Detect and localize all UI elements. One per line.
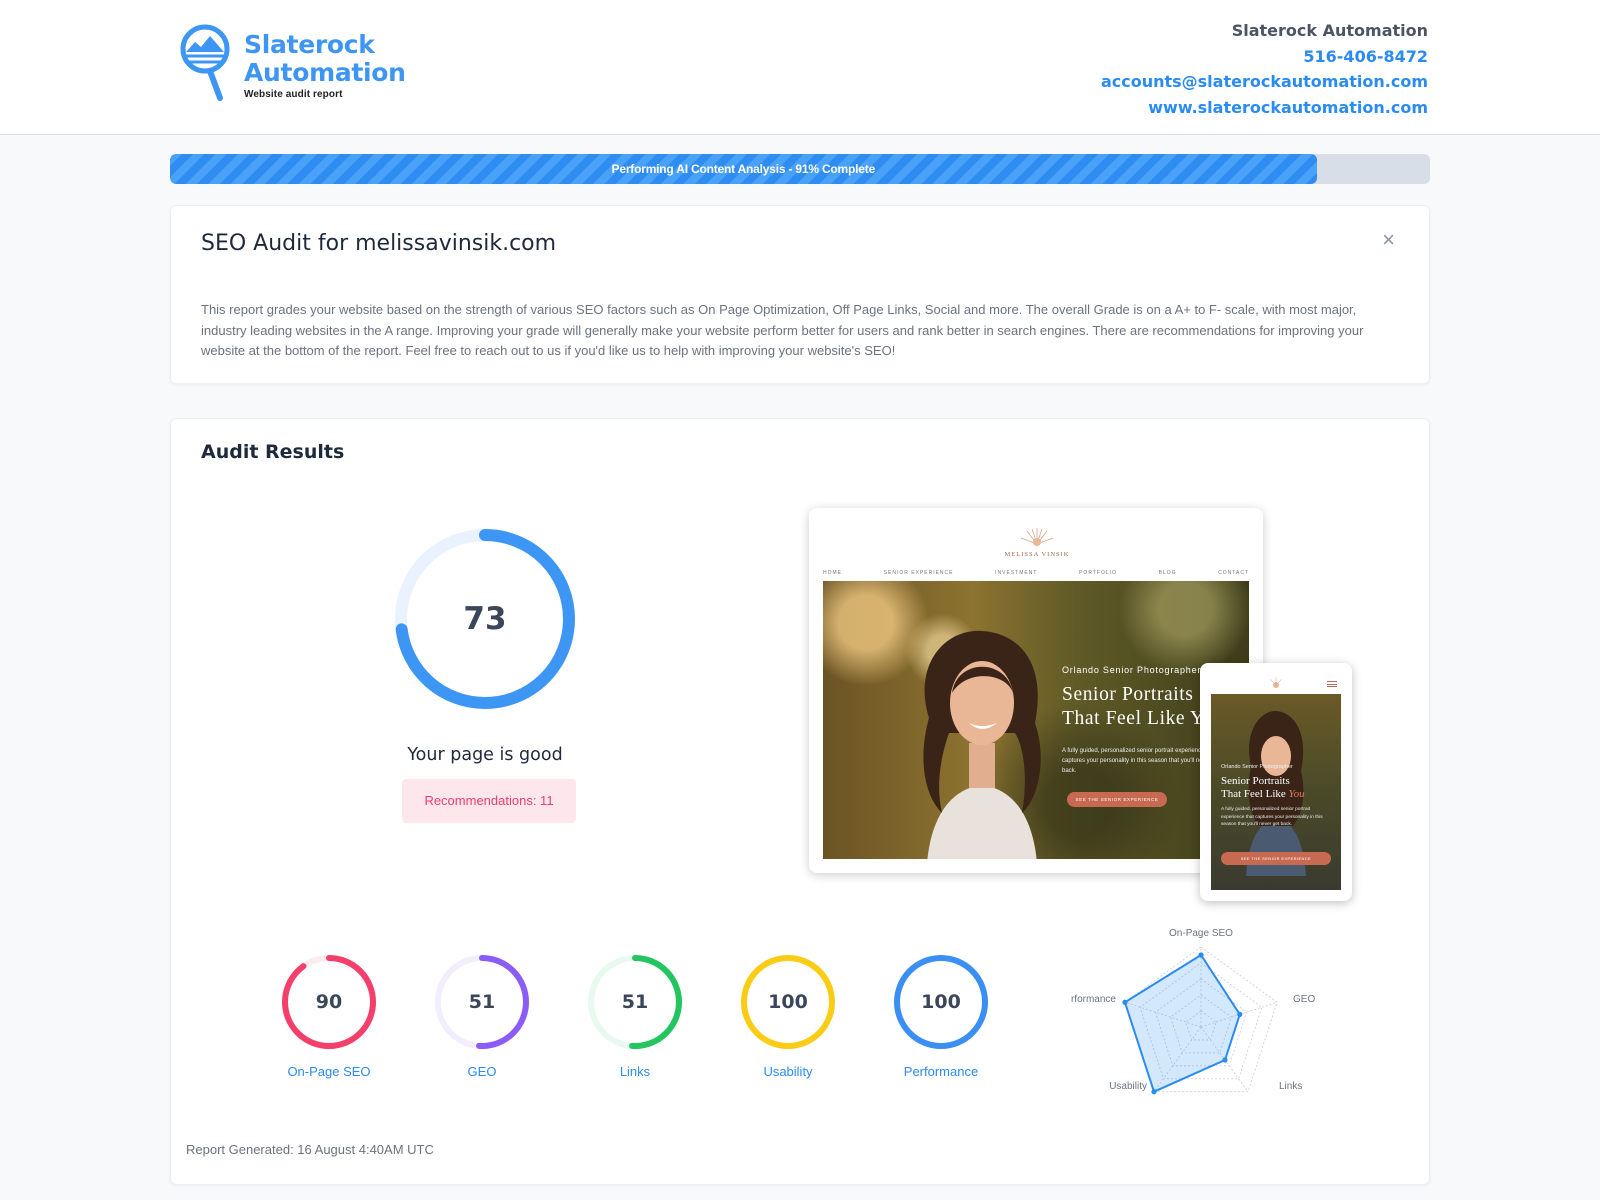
score-status: Your page is good (407, 745, 563, 765)
score-value: 51 (621, 991, 649, 1013)
radar-point (1198, 952, 1204, 958)
contact-phone-link[interactable]: 516-406-8472 (1101, 44, 1428, 70)
preview-nav-item: CONTACT (1218, 570, 1249, 576)
audit-description: This report grades your website based on… (201, 302, 1364, 358)
preview-nav-item: BLOG (1158, 570, 1177, 576)
contact-email-link[interactable]: accounts@slaterockautomation.com (1101, 69, 1428, 95)
radar-point (1237, 1011, 1243, 1017)
header: Slaterock Automation Website audit repor… (0, 0, 1600, 135)
radar-axis-label: GEO (1293, 994, 1315, 1005)
radar-series-area (1123, 953, 1241, 1094)
overall-score-value: 73 (463, 601, 507, 637)
mobile-preview: Orlando Senior Photographer Senior Portr… (1200, 663, 1352, 901)
mobile-headline: Senior Portraits That Feel Like You (1221, 775, 1305, 801)
brand-subtitle: Website audit report (244, 89, 343, 100)
magnifier-mountain-icon (180, 24, 230, 101)
mobile-headline-line-1: Senior Portraits (1221, 775, 1290, 787)
score-label[interactable]: Usability (708, 1064, 868, 1079)
intro-card: SEO Audit for melissavinsik.com × This r… (170, 205, 1430, 384)
desktop-preview: MELISSA VINSIK HOME SENIOR EXPERIENCE IN… (809, 508, 1263, 873)
preview-logo: MELISSA VINSIK (999, 526, 1075, 558)
preview-kicker: Orlando Senior Photographer (1062, 665, 1202, 675)
radar-axis-label: On-Page SEO (1169, 928, 1233, 939)
sunburst-icon (1269, 677, 1283, 688)
preview-body: A fully guided, personalized senior port… (1062, 748, 1221, 774)
sunburst-icon (1020, 528, 1054, 546)
close-icon[interactable]: × (1382, 227, 1395, 253)
radar-axis-label: Performance (1071, 994, 1116, 1005)
brand-line-1: Slaterock (244, 30, 375, 59)
score-label[interactable]: Performance (861, 1064, 1021, 1079)
portrait-photo (923, 630, 1041, 859)
brand-logo[interactable]: Slaterock Automation Website audit repor… (180, 22, 406, 102)
hamburger-menu-icon (1327, 681, 1337, 687)
preview-nav-item: SENIOR EXPERIENCE (883, 570, 954, 576)
preview-nav-item: PORTFOLIO (1079, 570, 1117, 576)
score-value: 51 (468, 991, 496, 1013)
mobile-headline-line-2: That Feel Like You (1221, 788, 1305, 801)
mobile-headline-you: You (1288, 788, 1305, 800)
score-value: 100 (768, 991, 808, 1013)
brand-line-2: Automation (244, 58, 406, 87)
analysis-progress-bar: Performing AI Content Analysis - 91% Com… (170, 154, 1430, 184)
mobile-cta-button: SEE THE SENIOR EXPERIENCE (1221, 852, 1331, 865)
contact-company: Slaterock Automation (1231, 21, 1428, 40)
score-label[interactable]: Links (555, 1064, 715, 1079)
preview-site-name: MELISSA VINSIK (1004, 551, 1070, 558)
audit-title: SEO Audit for melissavinsik.com (201, 231, 557, 256)
score-label[interactable]: GEO (402, 1064, 562, 1079)
brand-text: Slaterock Automation Website audit repor… (244, 31, 406, 102)
radar-point (1122, 999, 1128, 1005)
report-generated: Report Generated: 16 August 4:40AM UTC (186, 1142, 434, 1157)
mobile-hero-image: Orlando Senior Photographer Senior Portr… (1211, 694, 1341, 890)
score-value: 90 (315, 991, 343, 1013)
preview-nav-item: HOME (823, 570, 842, 576)
contact-website-link[interactable]: www.slaterockautomation.com (1101, 95, 1428, 121)
mobile-preview-topbar (1211, 673, 1341, 693)
radar-point (1222, 1057, 1228, 1063)
preview-nav: HOME SENIOR EXPERIENCE INVESTMENT PORTFO… (823, 570, 1249, 576)
recommendations-badge[interactable]: Recommendations: 11 (402, 779, 576, 823)
mobile-headline-line-2-text: That Feel Like (1221, 788, 1286, 800)
preview-cta-button: SEE THE SENIOR EXPERIENCE (1067, 792, 1167, 807)
results-title: Audit Results (201, 441, 345, 463)
radar-axis-label: Usability (1109, 1081, 1147, 1092)
progress-label: Performing AI Content Analysis - 91% Com… (611, 162, 876, 176)
radar-point (1151, 1089, 1157, 1095)
mobile-body: A fully guided, personalized senior port… (1221, 807, 1323, 827)
results-card: Audit Results 73 Your page is good Recom… (170, 418, 1430, 1185)
score-value: 100 (921, 991, 961, 1013)
score-label[interactable]: On-Page SEO (249, 1064, 409, 1079)
radar-chart: On-Page SEO GEO Links Usability Performance (1071, 928, 1315, 1095)
preview-hero-image: Orlando Senior Photographer Senior Portr… (823, 581, 1249, 859)
contact-info: Slaterock Automation 516-406-8472 accoun… (1101, 18, 1428, 120)
radar-axis-label: Links (1279, 1081, 1302, 1092)
preview-nav-item: INVESTMENT (995, 570, 1038, 576)
mobile-kicker: Orlando Senior Photographer (1221, 764, 1293, 770)
